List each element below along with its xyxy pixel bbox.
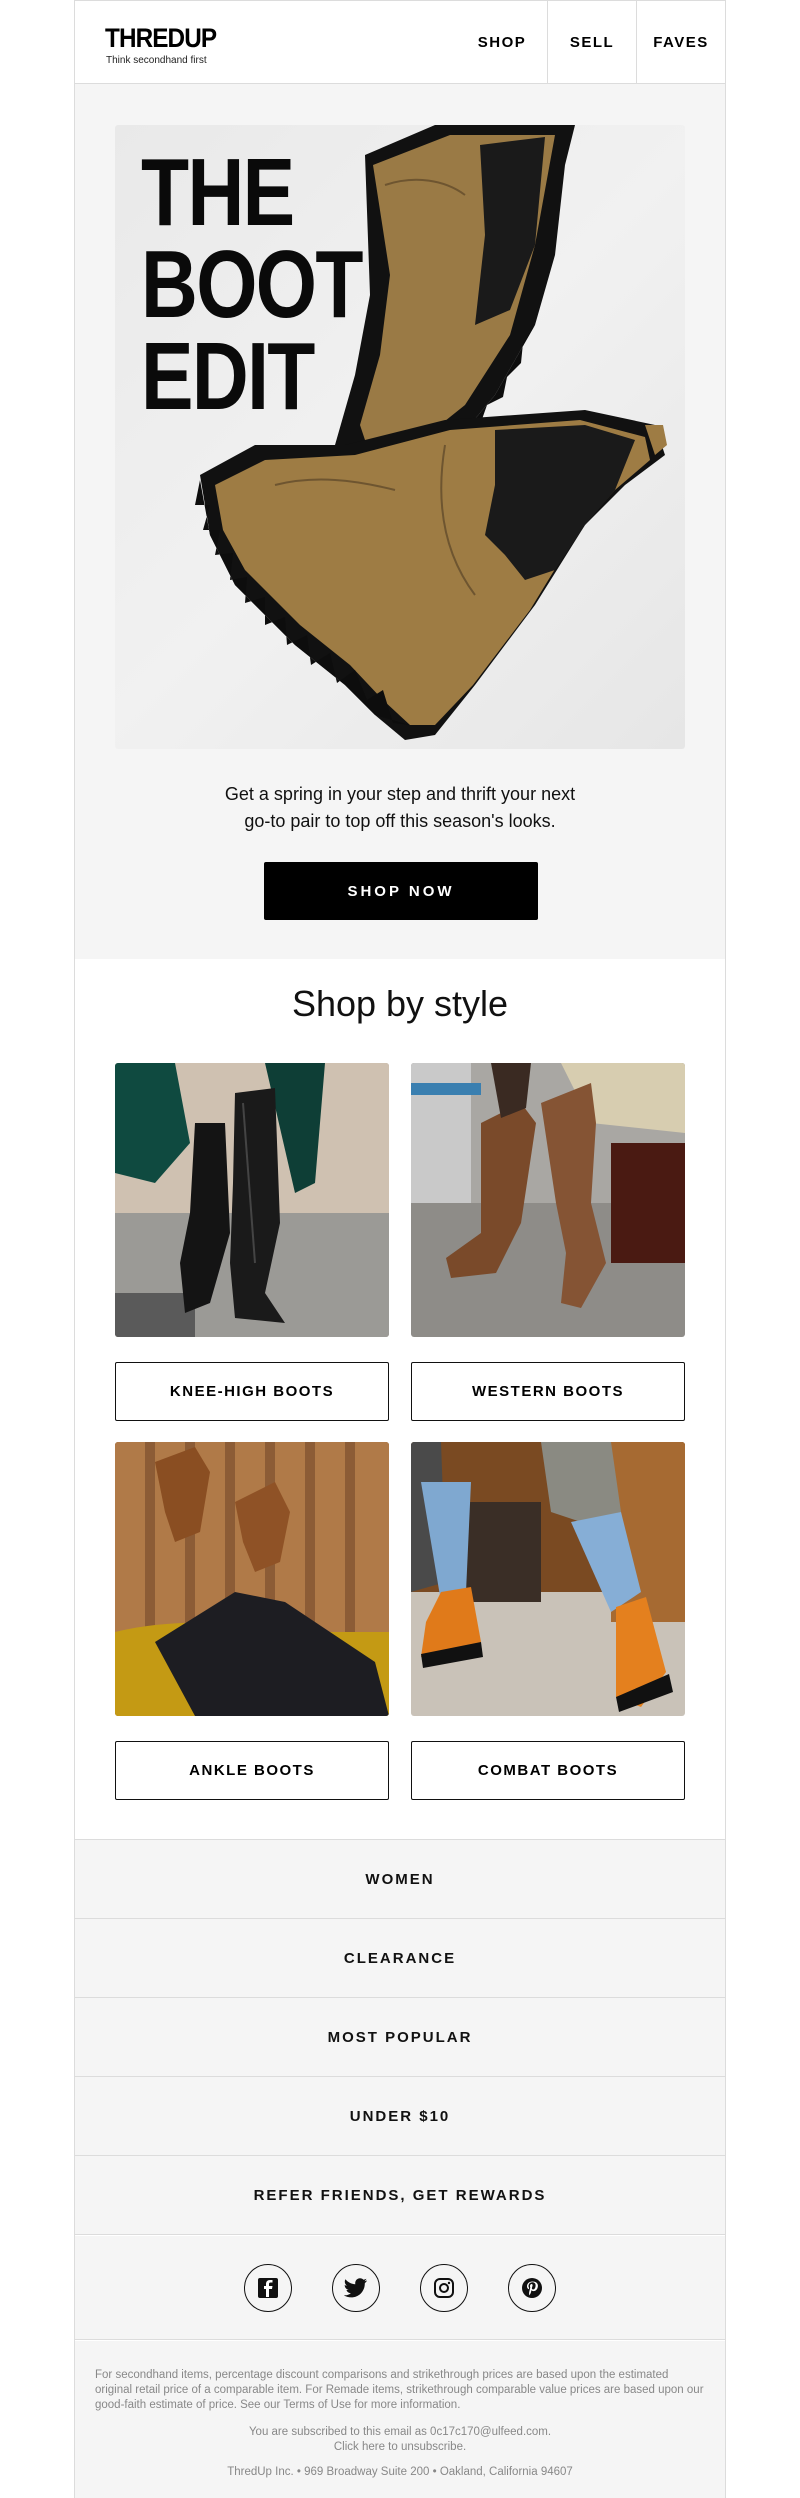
western-boots-photo [411,1063,685,1337]
hero-image[interactable]: THE BOOT EDIT [115,125,685,749]
email-container: THREDUP Think secondhand first SHOP SELL… [74,0,726,2498]
hero-section: THE BOOT EDIT Get a spring in your step … [75,84,725,959]
twitter-icon[interactable] [332,2263,380,2312]
western-boots-button[interactable]: WESTERN BOOTS [411,1362,685,1421]
link-women[interactable]: WOMEN [75,1840,725,1919]
ankle-boots-photo [115,1442,389,1716]
boots-illustration [195,125,667,740]
header: THREDUP Think secondhand first SHOP SELL… [75,0,725,84]
link-clearance[interactable]: CLEARANCE [75,1919,725,1998]
nav-shop-link[interactable]: SHOP [457,1,547,83]
company-address: ThredUp Inc. • 969 Broadway Suite 200 • … [227,2466,573,2478]
hero-copy: Get a spring in your step and thrift you… [75,781,725,835]
knee-high-boots-button[interactable]: KNEE-HIGH BOOTS [115,1362,389,1421]
thredup-logo[interactable]: THREDUP [105,23,217,54]
link-refer-friends[interactable]: REFER FRIENDS, GET REWARDS [75,2156,725,2235]
combat-boots-button[interactable]: COMBAT BOOTS [411,1741,685,1800]
facebook-icon[interactable] [244,2263,292,2312]
unsubscribe-link[interactable]: Click here to unsubscribe. [75,2441,725,2453]
nav-sell-link[interactable]: SELL [547,1,636,83]
ankle-boots-image[interactable] [115,1442,389,1716]
combat-boots-image[interactable] [411,1442,685,1716]
shop-by-style-heading: Shop by style [291,983,509,1024]
social-links [75,2236,725,2340]
knee-high-boots-photo [115,1063,389,1337]
subscription-notice: You are subscribed to this email as 0c17… [248,2426,552,2438]
hero-copy-line: go-to pair to top off this season's look… [244,811,556,831]
link-under-10[interactable]: UNDER $10 [75,2077,725,2156]
combat-boots-photo [411,1442,685,1716]
instagram-icon[interactable] [420,2263,468,2312]
hero-copy-line: Get a spring in your step and thrift you… [224,784,576,804]
footer: For secondhand items, percentage discoun… [75,2341,725,2498]
ankle-boots-button[interactable]: ANKLE BOOTS [115,1741,389,1800]
category-links: WOMEN CLEARANCE MOST POPULAR UNDER $10 R… [75,1839,725,2235]
tagline: Think secondhand first [106,55,207,66]
shop-now-button[interactable]: SHOP NOW [264,862,538,920]
western-boots-image[interactable] [411,1063,685,1337]
link-most-popular[interactable]: MOST POPULAR [75,1998,725,2077]
nav-faves-link[interactable]: FAVES [636,1,725,83]
pinterest-icon[interactable] [508,2263,556,2312]
pricing-disclaimer: For secondhand items, percentage discoun… [95,2369,704,2411]
knee-high-boots-image[interactable] [115,1063,389,1337]
top-nav: SHOP SELL FAVES [457,1,725,83]
